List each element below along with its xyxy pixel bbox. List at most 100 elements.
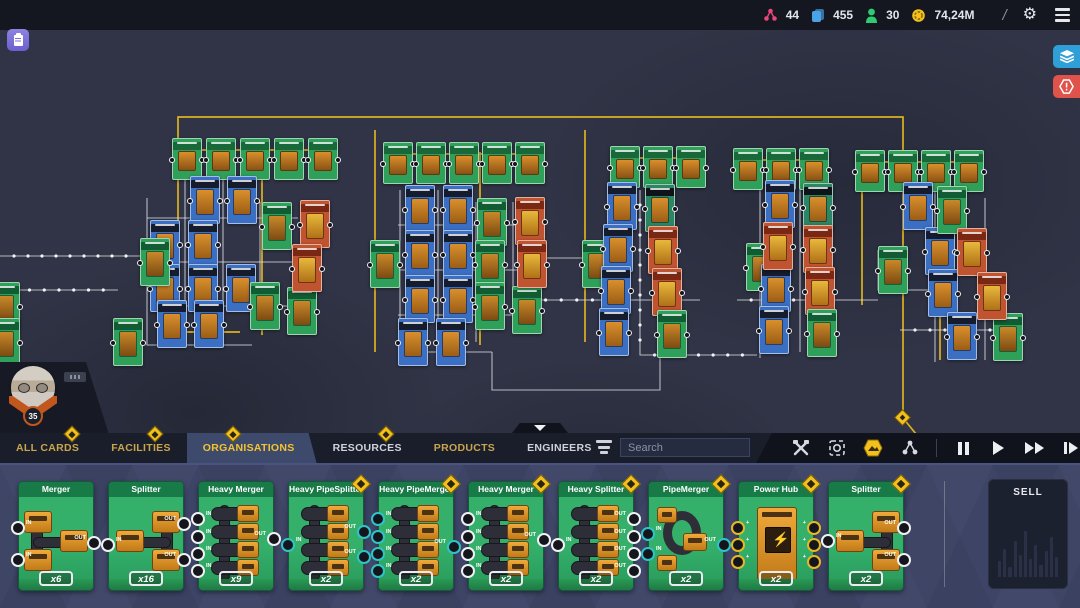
canvas-card[interactable] [308,138,338,180]
max-speed-button[interactable] [1061,438,1080,458]
card-port-power[interactable] [807,555,821,569]
card-port-power[interactable] [807,538,821,552]
card-port-out[interactable] [357,550,371,564]
sell-drop-zone[interactable]: SELL [988,479,1068,589]
canvas-card[interactable] [416,142,446,184]
canvas-card[interactable] [274,138,304,180]
canvas-card[interactable] [603,224,633,272]
canvas-card[interactable] [250,282,280,330]
canvas-card[interactable] [512,286,542,334]
card-port-out[interactable] [177,553,191,567]
canvas-card[interactable] [475,282,505,330]
canvas-card[interactable] [648,226,678,274]
card-port-in[interactable] [641,547,655,561]
card-port-in[interactable] [461,530,475,544]
hand-card-heavy-pipemerger[interactable]: Heavy PipeMergerININININOUTx2 [378,481,454,591]
canvas-card[interactable] [607,182,637,230]
tab-organisations[interactable]: ORGANISATIONS [187,433,317,463]
build-tools-icon[interactable] [792,438,811,458]
canvas-card[interactable] [599,308,629,356]
canvas-card[interactable] [262,202,292,250]
canvas-card[interactable] [113,318,143,366]
canvas-card[interactable] [227,176,257,224]
objectives-clipboard-button[interactable] [7,29,29,51]
canvas-card[interactable] [676,146,706,188]
canvas-card[interactable] [140,238,170,286]
select-area-icon[interactable] [828,438,847,458]
canvas-card[interactable] [287,287,317,335]
canvas-card[interactable] [878,246,908,294]
card-port-out[interactable] [897,553,911,567]
canvas-card[interactable] [957,228,987,276]
canvas-card[interactable] [405,230,435,278]
settings-gear-icon[interactable]: ⚙ [1023,7,1037,23]
canvas-card[interactable] [172,138,202,180]
canvas-card[interactable] [645,184,675,232]
search-input[interactable] [620,438,750,457]
hand-card-heavy-merger[interactable]: Heavy MergerININININOUTx9 [198,481,274,591]
canvas-card[interactable] [477,198,507,246]
card-port-in[interactable] [371,547,385,561]
canvas-card[interactable] [240,138,270,180]
canvas-card[interactable] [370,240,400,288]
card-port-in[interactable] [11,521,25,535]
filter-icon[interactable] [596,440,612,454]
card-port-in[interactable] [461,547,475,561]
canvas-card[interactable] [928,269,958,317]
canvas-card[interactable] [443,230,473,278]
play-button[interactable] [990,438,1009,458]
canvas-card[interactable] [805,267,835,315]
canvas-card[interactable] [643,146,673,188]
card-port-in[interactable] [191,564,205,578]
card-port-out[interactable] [627,512,641,526]
canvas-card[interactable] [194,300,224,348]
card-port-in[interactable] [371,564,385,578]
layers-button[interactable] [1053,45,1080,68]
canvas-card[interactable] [0,318,20,366]
canvas-card[interactable] [188,220,218,268]
card-port-in[interactable] [461,564,475,578]
card-port-out[interactable] [177,517,191,531]
canvas-card[interactable] [517,240,547,288]
card-port-in[interactable] [191,530,205,544]
canvas-card[interactable] [515,197,545,245]
canvas-card[interactable] [759,306,789,354]
canvas-card[interactable] [300,200,330,248]
canvas-card[interactable] [515,142,545,184]
card-port-out[interactable] [717,538,731,552]
canvas-card[interactable] [925,227,955,275]
canvas-card[interactable] [405,275,435,323]
canvas-card[interactable] [807,309,837,357]
card-port-power[interactable] [807,521,821,535]
hand-card-pipemerger[interactable]: PipeMergerININOUTx2 [648,481,724,591]
menu-hamburger-icon[interactable] [1055,8,1070,22]
card-port-in[interactable] [191,547,205,561]
pause-button[interactable] [954,438,973,458]
canvas-card[interactable] [398,318,428,366]
hand-card-heavy-splitter[interactable]: Heavy SplitterINOUTOUTOUTOUTx2 [558,481,634,591]
canvas-card[interactable] [405,185,435,233]
canvas-card[interactable] [190,176,220,224]
canvas-card[interactable] [443,185,473,233]
hand-card-power-hub[interactable]: Power Hub⚡++++++x2 [738,481,814,591]
card-port-out[interactable] [897,521,911,535]
canvas-card[interactable] [436,318,466,366]
card-port-out[interactable] [627,530,641,544]
card-port-out[interactable] [447,540,461,554]
card-port-out[interactable] [537,533,551,547]
hand-card-splitter[interactable]: SplitterINOUTOUTx2 [828,481,904,591]
tab-engineers[interactable]: ENGINEERS [511,433,608,463]
network-molecule-icon[interactable] [900,438,919,458]
collapse-notch[interactable] [512,423,568,433]
canvas-card[interactable] [292,244,322,292]
canvas-card[interactable] [803,183,833,231]
canvas-card[interactable] [733,148,763,190]
card-port-power[interactable] [731,521,745,535]
card-port-in[interactable] [821,534,835,548]
resources-hex-icon[interactable] [863,438,883,458]
canvas-card[interactable] [449,142,479,184]
canvas-card[interactable] [977,272,1007,320]
tab-facilities[interactable]: FACILITIES [95,433,187,463]
canvas-card[interactable] [993,313,1023,361]
fast-forward-button[interactable] [1025,438,1044,458]
